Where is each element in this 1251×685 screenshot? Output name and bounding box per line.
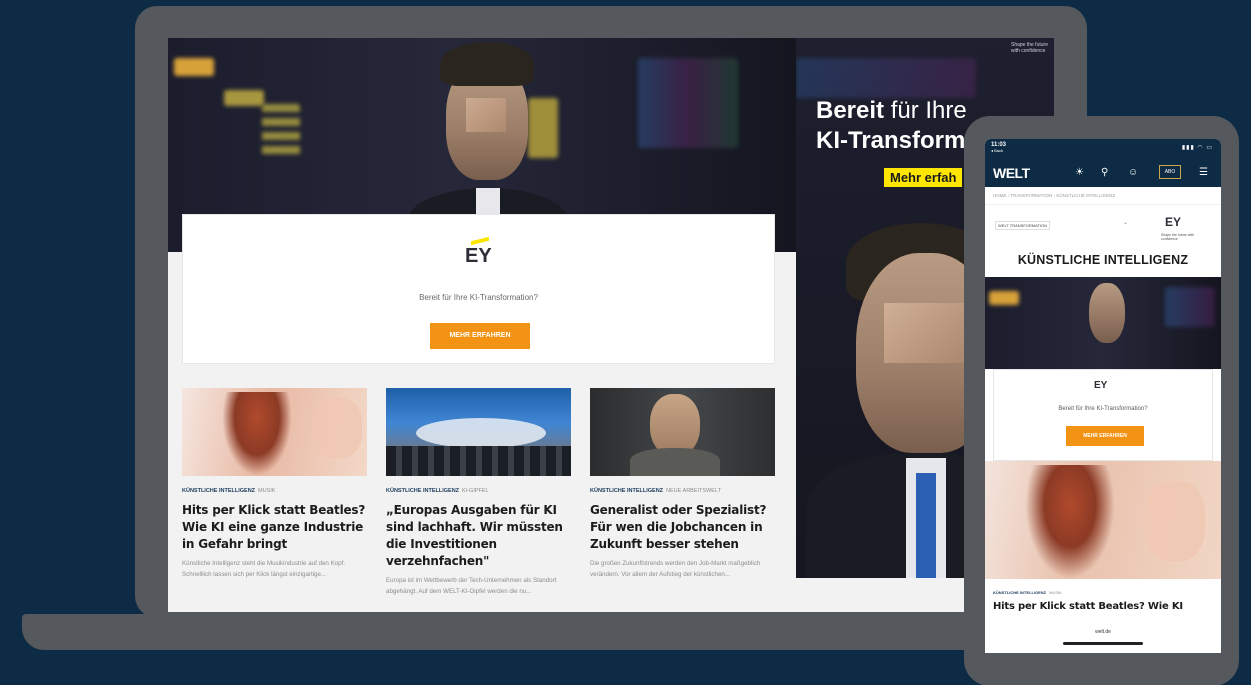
ey-logo: EY — [1094, 380, 1108, 391]
laptop-screen: Shape the future with confidence Bereit … — [168, 38, 1054, 612]
glow-light — [1165, 287, 1215, 327]
phone-navbar: WELT ☀ ⚲ ☺ ABO ☰ — [985, 159, 1221, 187]
ad-headline: Bereit für Ihre KI-Transform — [816, 97, 967, 154]
chevron-down-icon[interactable]: ⌄ — [1123, 219, 1128, 226]
search-icon[interactable]: ⚲ — [1101, 167, 1108, 178]
article-card[interactable]: KÜNSTLICHE INTELLIGENZ KI-GIPFEL „Europas… — [386, 388, 571, 597]
article-subcategory[interactable]: NEUE ARBEITSWELT — [666, 488, 721, 494]
mehr-erfahren-button[interactable]: MEHR ERFAHREN — [430, 323, 530, 349]
status-bar: 11:03 ◂ Back ▮▮▮ ◠ ▭ — [985, 139, 1221, 159]
ey-logo: EY — [465, 245, 492, 267]
article-subcategory[interactable]: MUSIK — [1049, 590, 1062, 595]
menu-icon[interactable]: ☰ — [1199, 167, 1208, 178]
ad-tagline: Shape the future with confidence — [1011, 42, 1048, 54]
user-icon[interactable]: ☺ — [1128, 167, 1138, 178]
phone-hero-person — [1089, 283, 1125, 343]
section-title: KÜNSTLICHE INTELLIGENZ — [1017, 253, 1189, 267]
abo-button[interactable]: ABO — [1159, 165, 1181, 179]
sponsor-label: WELT TRANSFORMATION — [995, 221, 1051, 230]
ad-cta-button[interactable]: Mehr erfah — [884, 168, 963, 187]
article-thumbnail[interactable] — [386, 388, 571, 476]
laptop-base — [22, 614, 1062, 650]
article-subcategory[interactable]: MUSIK — [258, 488, 275, 494]
glow-light — [224, 90, 264, 106]
article-headline[interactable]: „Europas Ausgaben für KI sind lachhaft. … — [386, 502, 571, 570]
phone-hero-ad[interactable] — [985, 277, 1221, 369]
article-meta: KÜNSTLICHE INTELLIGENZ MUSIK — [182, 488, 367, 494]
glow-light — [638, 58, 738, 148]
article-thumbnail[interactable] — [590, 388, 775, 476]
article-headline[interactable]: Generalist oder Spezialist? Für wen die … — [590, 502, 775, 553]
glow-light — [989, 291, 1019, 305]
sponsor-strip: WELT TRANSFORMATION ⌄ EY Shape the futur… — [985, 205, 1221, 249]
glow-light — [262, 104, 300, 158]
article-meta: KÜNSTLICHE INTELLIGENZ KI-GIPFEL — [386, 488, 571, 494]
article-category[interactable]: KÜNSTLICHE INTELLIGENZ — [182, 488, 255, 494]
article-subcategory[interactable]: KI-GIPFEL — [462, 488, 489, 494]
ey-tagline-small: Shape the future with confidence — [1161, 233, 1195, 241]
article-teaser: Europa ist im Wettbewerb der Tech-Untern… — [386, 577, 557, 595]
article-card[interactable]: KÜNSTLICHE INTELLIGENZ NEUE ARBEITSWELT G… — [590, 388, 775, 580]
article-headline[interactable]: Hits per Klick statt Beatles? Wie KI ein… — [182, 502, 367, 553]
article-teaser: Künstliche Intelligenz steht die Musikin… — [182, 560, 346, 578]
article-card[interactable]: KÜNSTLICHE INTELLIGENZ MUSIK Hits per Kli… — [182, 388, 367, 580]
signal-battery-icon: ▮▮▮ ◠ ▭ — [1181, 145, 1213, 151]
ey-ad-card: EY Bereit für Ihre KI-Transformation? ME… — [182, 214, 775, 364]
glow-light — [174, 58, 214, 76]
article-category[interactable]: KÜNSTLICHE INTELLIGENZ — [386, 488, 459, 494]
welt-logo[interactable]: WELT — [993, 165, 1030, 181]
url-bar[interactable]: welt.de — [985, 629, 1221, 635]
home-indicator[interactable] — [1063, 642, 1143, 645]
article-thumbnail[interactable] — [182, 388, 367, 476]
article-headline[interactable]: Hits per Klick statt Beatles? Wie KI — [993, 601, 1183, 612]
article-category[interactable]: KÜNSTLICHE INTELLIGENZ — [993, 590, 1046, 595]
article-teaser: Die großen Zukunftstrends werden den Job… — [590, 560, 761, 578]
article-meta: KÜNSTLICHE INTELLIGENZ MUSIK — [993, 590, 1062, 595]
notification-icon[interactable]: ☀ — [1075, 167, 1084, 178]
article-thumbnail[interactable] — [985, 461, 1221, 579]
ey-tagline: Bereit für Ihre KI-Transformation? — [1058, 406, 1148, 412]
article-category[interactable]: KÜNSTLICHE INTELLIGENZ — [590, 488, 663, 494]
article-meta: KÜNSTLICHE INTELLIGENZ NEUE ARBEITSWELT — [590, 488, 775, 494]
phone-ey-card: EY Bereit für Ihre KI-Transformation? ME… — [993, 369, 1213, 461]
mehr-erfahren-button[interactable]: MEHR ERFAHREN — [1066, 426, 1144, 446]
phone-screen: 11:03 ◂ Back ▮▮▮ ◠ ▭ WELT ☀ ⚲ ☺ ABO ☰ HO… — [985, 139, 1221, 653]
ey-tagline: Bereit für Ihre KI-Transformation? — [419, 293, 538, 302]
ey-logo[interactable]: EY — [1165, 215, 1181, 229]
breadcrumb[interactable]: HOME › TRANSFORMATION › KÜNSTLICHE INTEL… — [985, 187, 1221, 205]
glow-light — [796, 58, 976, 98]
